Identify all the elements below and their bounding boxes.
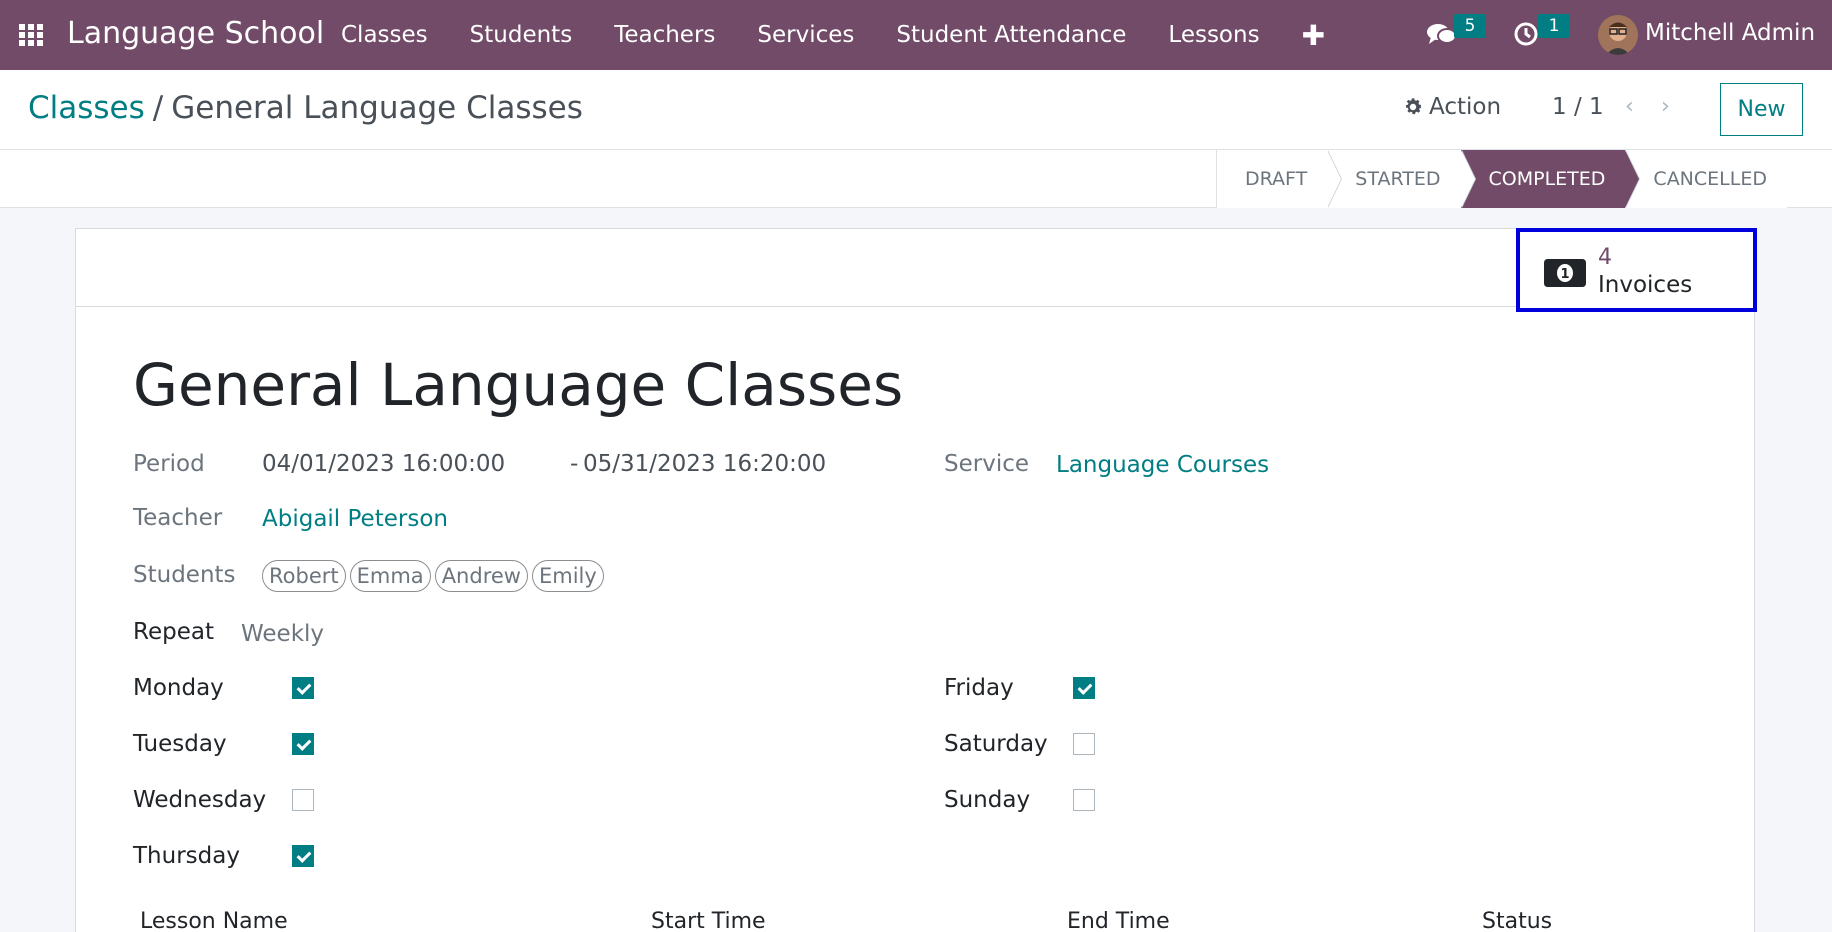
column-header-status[interactable]: Status xyxy=(1482,909,1552,932)
menu-services[interactable]: Services xyxy=(757,22,854,48)
statusbar: DRAFT STARTED COMPLETED CANCELLED xyxy=(0,150,1832,208)
stage-started-label: STARTED xyxy=(1355,168,1441,190)
main-menu: Classes Students Teachers Services Stude… xyxy=(341,0,1325,70)
saturday-label: Saturday xyxy=(944,731,1048,757)
column-header-start-time[interactable]: Start Time xyxy=(651,909,766,932)
breadcrumb-current: General Language Classes xyxy=(171,90,583,126)
period-start-field[interactable]: 04/01/2023 16:00:00 xyxy=(262,451,505,477)
student-tag[interactable]: Emily xyxy=(531,560,604,592)
stage-cancelled[interactable]: CANCELLED xyxy=(1625,150,1787,208)
gear-icon xyxy=(1406,98,1422,115)
action-menu-label: Action xyxy=(1429,94,1502,120)
stage-completed-label: COMPLETED xyxy=(1488,168,1606,190)
sunday-label: Sunday xyxy=(944,787,1031,813)
column-header-end-time[interactable]: End Time xyxy=(1067,909,1170,932)
user-avatar[interactable] xyxy=(1598,15,1638,55)
stage-pipeline: DRAFT STARTED COMPLETED CANCELLED xyxy=(1216,150,1787,208)
student-tag[interactable]: Andrew xyxy=(434,560,528,592)
service-label: Service xyxy=(944,451,1030,477)
menu-student-attendance[interactable]: Student Attendance xyxy=(896,22,1126,48)
sunday-checkbox[interactable] xyxy=(1073,789,1095,811)
apps-menu-icon[interactable] xyxy=(19,24,47,46)
record-title[interactable]: General Language Classes xyxy=(133,351,903,419)
stage-completed[interactable]: COMPLETED xyxy=(1460,150,1641,208)
menu-classes[interactable]: Classes xyxy=(341,22,428,48)
friday-label: Friday xyxy=(944,675,1014,701)
pager-value[interactable]: 1 / 1 xyxy=(1552,94,1604,120)
period-dash: - xyxy=(570,451,579,477)
teacher-label: Teacher xyxy=(133,505,223,531)
invoices-label: Invoices xyxy=(1598,272,1693,298)
top-navbar: Language School Classes Students Teacher… xyxy=(0,0,1832,70)
menu-lessons[interactable]: Lessons xyxy=(1168,22,1259,48)
smart-button-box: 1 4 Invoices xyxy=(76,228,1757,312)
wednesday-label: Wednesday xyxy=(133,787,267,813)
breadcrumb-separator: / xyxy=(152,90,164,126)
form-sheet: 1 4 Invoices General Language Classes Pe… xyxy=(75,228,1757,932)
stage-cancelled-label: CANCELLED xyxy=(1653,168,1767,190)
new-record-button[interactable]: New xyxy=(1720,83,1803,136)
menu-students[interactable]: Students xyxy=(470,22,573,48)
teacher-field[interactable]: Abigail Peterson xyxy=(262,506,448,532)
pager-previous-icon[interactable]: ‹ xyxy=(1625,94,1634,119)
students-label: Students xyxy=(133,562,236,588)
thursday-label: Thursday xyxy=(133,843,240,869)
svg-text:1: 1 xyxy=(1560,267,1569,282)
students-tags[interactable]: Robert Emma Andrew Emily xyxy=(262,560,608,592)
activities-count-badge: 1 xyxy=(1538,14,1570,38)
pager-next-icon[interactable]: › xyxy=(1661,94,1670,119)
add-menu-plus-icon[interactable]: ✚ xyxy=(1302,19,1325,52)
control-panel: Classes / General Language Classes Action … xyxy=(0,70,1832,150)
student-tag[interactable]: Robert xyxy=(262,560,346,592)
friday-checkbox[interactable] xyxy=(1073,677,1095,699)
period-end-field[interactable]: 05/31/2023 16:20:00 xyxy=(583,451,826,477)
messages-count-badge: 5 xyxy=(1454,14,1486,38)
period-label: Period xyxy=(133,451,205,477)
action-menu-button[interactable]: Action xyxy=(1402,94,1501,120)
breadcrumb: Classes / General Language Classes xyxy=(28,90,583,126)
repeat-field[interactable]: Weekly xyxy=(241,621,324,647)
column-header-lesson-name[interactable]: Lesson Name xyxy=(140,909,288,932)
monday-checkbox[interactable] xyxy=(292,677,314,699)
user-menu[interactable]: Mitchell Admin xyxy=(1645,20,1815,46)
saturday-checkbox[interactable] xyxy=(1073,733,1095,755)
activity-clock-icon[interactable] xyxy=(1513,21,1539,47)
stage-draft-label: DRAFT xyxy=(1245,168,1308,190)
invoices-smart-button[interactable]: 1 4 Invoices xyxy=(1516,228,1757,312)
service-field[interactable]: Language Courses xyxy=(1056,452,1269,478)
monday-label: Monday xyxy=(133,675,224,701)
tuesday-checkbox[interactable] xyxy=(292,733,314,755)
thursday-checkbox[interactable] xyxy=(292,845,314,867)
breadcrumb-classes-link[interactable]: Classes xyxy=(28,90,145,126)
menu-teachers[interactable]: Teachers xyxy=(614,22,715,48)
money-bill-icon: 1 xyxy=(1544,259,1586,287)
app-brand[interactable]: Language School xyxy=(67,16,324,51)
tuesday-label: Tuesday xyxy=(133,731,227,757)
wednesday-checkbox[interactable] xyxy=(292,789,314,811)
invoices-count: 4 xyxy=(1598,245,1612,270)
stage-draft[interactable]: DRAFT xyxy=(1217,150,1343,208)
stage-started[interactable]: STARTED xyxy=(1327,150,1476,208)
student-tag[interactable]: Emma xyxy=(349,560,431,592)
repeat-label: Repeat xyxy=(133,619,214,645)
